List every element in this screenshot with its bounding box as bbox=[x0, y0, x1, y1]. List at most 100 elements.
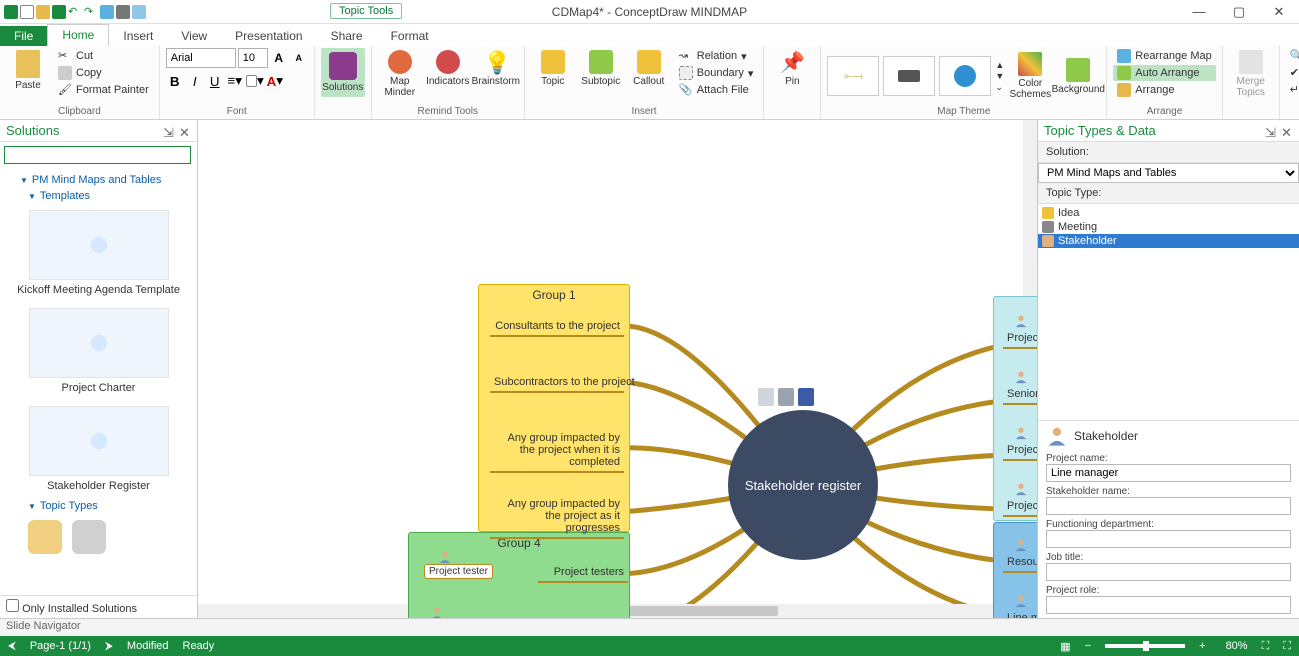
color-schemes-button[interactable]: Color Schemes bbox=[1008, 50, 1052, 102]
pin-panel-icon[interactable]: ⇲ bbox=[1265, 125, 1277, 137]
solution-select[interactable]: PM Mind Maps and Tables bbox=[1038, 163, 1299, 183]
tab-format[interactable]: Format bbox=[377, 26, 443, 46]
zoom-out-button[interactable]: − bbox=[1085, 640, 1091, 652]
copy-button[interactable]: Copy bbox=[54, 65, 153, 81]
close-panel-icon[interactable]: ✕ bbox=[179, 125, 191, 137]
project-name-input[interactable] bbox=[1046, 464, 1291, 482]
maximize-button[interactable]: ▢ bbox=[1219, 0, 1259, 24]
qat-undo-icon[interactable]: ↶ bbox=[68, 5, 82, 19]
subtopic-node[interactable]: Project tester bbox=[424, 564, 493, 579]
topic-node[interactable]: Project testers bbox=[538, 564, 628, 583]
type-item-meeting[interactable]: Meeting bbox=[1038, 220, 1299, 234]
font-color-button[interactable]: A▾ bbox=[266, 72, 284, 90]
template-item[interactable]: Project Charter bbox=[8, 302, 189, 400]
cut-button[interactable]: ✂Cut bbox=[54, 48, 153, 64]
format-painter-button[interactable]: 🖌Format Painter bbox=[54, 82, 153, 98]
map-minder-button[interactable]: Map Minder bbox=[378, 48, 422, 100]
theme-preview-1[interactable]: ⟜⟞ bbox=[827, 56, 879, 96]
topic-node[interactable]: Senior management bbox=[1003, 386, 1037, 405]
pin-panel-icon[interactable]: ⇲ bbox=[163, 125, 175, 137]
arrange-button[interactable]: Arrange bbox=[1113, 82, 1215, 98]
topic-node[interactable]: Any group impacted by the project when i… bbox=[490, 430, 624, 473]
type-item-idea[interactable]: Idea bbox=[1038, 206, 1299, 220]
close-button[interactable]: ✕ bbox=[1259, 0, 1299, 24]
find-replace-button[interactable]: 🔍Find & Replace bbox=[1286, 48, 1299, 64]
central-topic[interactable]: Stakeholder register bbox=[728, 410, 878, 560]
topic-type-icon[interactable] bbox=[28, 520, 62, 554]
file-tab[interactable]: File bbox=[0, 26, 47, 46]
theme-gallery-nav[interactable]: ▲▼⌄ bbox=[995, 60, 1004, 93]
underline-button[interactable]: U bbox=[206, 72, 224, 90]
font-size-combo[interactable] bbox=[238, 48, 268, 68]
tab-presentation[interactable]: Presentation bbox=[221, 26, 316, 46]
zoom-in-button[interactable]: + bbox=[1199, 640, 1205, 652]
boundary-button[interactable]: Boundary ▾ bbox=[675, 65, 758, 81]
indicators-button[interactable]: Indicators bbox=[426, 48, 470, 89]
background-button[interactable]: Background bbox=[1056, 56, 1100, 97]
solutions-search-input[interactable] bbox=[4, 146, 191, 164]
qat-redo-icon[interactable]: ↷ bbox=[84, 5, 98, 19]
bold-button[interactable]: B bbox=[166, 72, 184, 90]
template-item[interactable]: Kickoff Meeting Agenda Template bbox=[8, 204, 189, 302]
stakeholder-name-input[interactable] bbox=[1046, 497, 1291, 515]
templates-header[interactable]: Templates bbox=[8, 188, 189, 204]
font-family-combo[interactable] bbox=[166, 48, 236, 68]
fill-color-button[interactable]: ▾ bbox=[246, 72, 264, 90]
spelling-button[interactable]: ✔Spelling bbox=[1286, 65, 1299, 81]
qat-print-icon[interactable] bbox=[116, 5, 130, 19]
qat-export-icon[interactable] bbox=[132, 5, 146, 19]
topic-node[interactable]: Project leader bbox=[1003, 330, 1037, 349]
qat-new-icon[interactable] bbox=[20, 5, 34, 19]
job-input[interactable] bbox=[1046, 563, 1291, 581]
mindmap-canvas[interactable]: Stakeholder register Group 1 Group 2 Gro… bbox=[198, 120, 1023, 604]
zoom-slider[interactable] bbox=[1105, 644, 1185, 648]
slide-navigator[interactable]: Slide Navigator bbox=[0, 618, 1299, 636]
tab-home[interactable]: Home bbox=[47, 24, 109, 46]
theme-preview-2[interactable] bbox=[883, 56, 935, 96]
smart-enter-button[interactable]: ↵Smart Enter bbox=[1286, 82, 1299, 98]
note-icon[interactable] bbox=[758, 388, 774, 406]
tab-insert[interactable]: Insert bbox=[109, 26, 167, 46]
topic-type-icon[interactable] bbox=[72, 520, 106, 554]
type-item-stakeholder[interactable]: Stakeholder bbox=[1038, 234, 1299, 248]
shrink-font-button[interactable]: A bbox=[290, 49, 308, 67]
callout-button[interactable]: Callout bbox=[627, 48, 671, 89]
topic-node[interactable]: Line managers bbox=[1003, 610, 1037, 618]
status-fullscreen-icon[interactable]: ⛶ bbox=[1283, 640, 1291, 653]
topic-node[interactable]: Project team members bbox=[1003, 442, 1037, 461]
brainstorm-button[interactable]: 💡Brainstorm bbox=[474, 48, 518, 89]
tab-share[interactable]: Share bbox=[317, 26, 377, 46]
only-installed-checkbox[interactable] bbox=[6, 599, 19, 612]
relation-button[interactable]: ↝Relation ▾ bbox=[675, 48, 758, 64]
topic-node[interactable]: Project customer bbox=[1003, 498, 1037, 517]
topic-node[interactable]: Any group impacted by the project as it … bbox=[490, 496, 624, 539]
role-input[interactable] bbox=[1046, 596, 1291, 614]
qat-open-icon[interactable] bbox=[36, 5, 50, 19]
topic-node[interactable]: Subcontractors to the project bbox=[490, 374, 624, 393]
grow-font-button[interactable]: A bbox=[270, 49, 288, 67]
qat-preview-icon[interactable] bbox=[100, 5, 114, 19]
close-panel-icon[interactable]: ✕ bbox=[1281, 125, 1293, 137]
status-nav-icon[interactable]: ⮞ bbox=[105, 640, 113, 653]
dept-input[interactable] bbox=[1046, 530, 1291, 548]
italic-button[interactable]: I bbox=[186, 72, 204, 90]
attach-file-button[interactable]: 📎Attach File bbox=[675, 82, 758, 98]
auto-arrange-button[interactable]: Auto Arrange bbox=[1113, 65, 1215, 81]
topic-node[interactable]: Resource managers bbox=[1003, 554, 1037, 573]
minimize-button[interactable]: — bbox=[1179, 0, 1219, 24]
topic-node[interactable]: Consultants to the project bbox=[490, 318, 624, 337]
pin-button[interactable]: 📌Pin bbox=[770, 48, 814, 89]
status-nav-icon[interactable]: ⮜ bbox=[8, 640, 16, 653]
tab-view[interactable]: View bbox=[167, 26, 221, 46]
topic-types-header[interactable]: Topic Types bbox=[8, 498, 189, 514]
template-item[interactable]: Stakeholder Register bbox=[8, 400, 189, 498]
theme-preview-3[interactable] bbox=[939, 56, 991, 96]
align-button[interactable]: ≡▾ bbox=[226, 72, 244, 90]
rearrange-button[interactable]: Rearrange Map bbox=[1113, 48, 1215, 64]
topic-tools-tab[interactable]: Topic Tools bbox=[330, 3, 402, 19]
subtopic-button[interactable]: Subtopic bbox=[579, 48, 623, 89]
status-fit-icon[interactable]: ⛶ bbox=[1262, 640, 1270, 653]
link-icon[interactable] bbox=[778, 388, 794, 406]
solutions-button[interactable]: Solutions bbox=[321, 48, 365, 97]
topic-button[interactable]: Topic bbox=[531, 48, 575, 89]
